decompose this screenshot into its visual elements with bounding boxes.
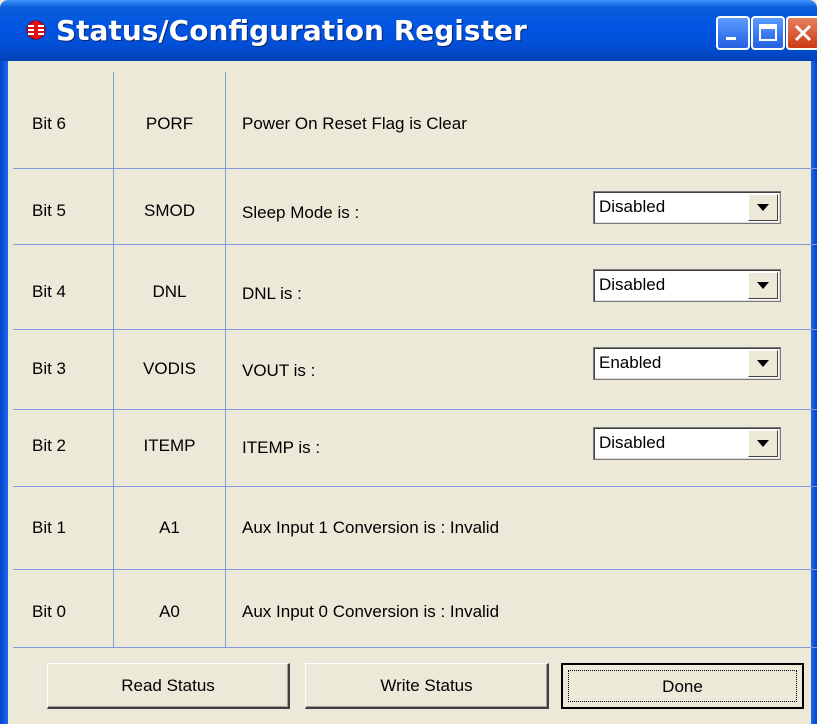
register-name: VODIS <box>143 359 196 378</box>
app-chip-icon <box>24 18 48 42</box>
bit-label: Bit 2 <box>32 436 67 455</box>
close-button[interactable] <box>786 16 817 50</box>
row-divider <box>13 569 817 570</box>
row-divider <box>13 647 817 648</box>
bit-description: Aux Input 0 Conversion is : Invalid <box>242 602 500 621</box>
bit-label: Bit 1 <box>32 518 67 537</box>
itemp-select[interactable]: Disabled <box>593 427 781 460</box>
row-divider <box>13 409 817 410</box>
maximize-button[interactable] <box>751 16 785 50</box>
bit-label: Bit 0 <box>32 602 67 621</box>
row-divider <box>13 486 817 487</box>
bit-description: VOUT is : <box>242 361 316 380</box>
register-name: ITEMP <box>143 436 196 455</box>
write-status-button[interactable]: Write Status <box>305 663 549 709</box>
title-bar[interactable]: Status/Configuration Register <box>0 0 817 61</box>
vout-select[interactable]: Enabled <box>593 347 781 380</box>
row-divider <box>13 244 817 245</box>
select-value: Disabled <box>599 275 666 294</box>
chevron-down-icon <box>757 440 769 447</box>
bit-label: Bit 4 <box>32 282 67 301</box>
dropdown-button[interactable] <box>748 350 778 377</box>
bit-description: Power On Reset Flag is Clear <box>242 114 467 133</box>
minimize-button[interactable] <box>716 16 750 50</box>
column-divider <box>225 72 226 648</box>
register-name: SMOD <box>144 201 195 220</box>
dropdown-button[interactable] <box>748 430 778 457</box>
close-icon <box>794 24 812 42</box>
chevron-down-icon <box>757 204 769 211</box>
select-value: Enabled <box>599 353 662 372</box>
select-value: Disabled <box>599 433 666 452</box>
bit-label: Bit 6 <box>32 114 67 133</box>
window-frame-right <box>811 61 817 724</box>
bit-label: Bit 3 <box>32 359 67 378</box>
done-button[interactable]: Done <box>561 663 804 709</box>
window-title: Status/Configuration Register <box>56 14 527 47</box>
dropdown-button[interactable] <box>748 194 778 221</box>
sleep-mode-select[interactable]: Disabled <box>593 191 781 224</box>
dropdown-button[interactable] <box>748 272 778 299</box>
bit-label: Bit 5 <box>32 201 67 220</box>
bit-description: Sleep Mode is : <box>242 203 360 222</box>
read-status-button[interactable]: Read Status <box>47 663 290 709</box>
select-value: Disabled <box>599 197 666 216</box>
minimize-icon <box>726 37 736 40</box>
register-name: A0 <box>159 602 180 621</box>
bit-description: Aux Input 1 Conversion is : Invalid <box>242 518 500 537</box>
dnl-select[interactable]: Disabled <box>593 269 781 302</box>
maximize-icon <box>759 24 777 41</box>
row-divider <box>13 168 817 169</box>
register-name: DNL <box>152 282 187 301</box>
register-name: PORF <box>145 114 194 133</box>
done-button-label: Done <box>662 677 703 696</box>
row-divider <box>13 329 817 330</box>
chevron-down-icon <box>757 360 769 367</box>
window-frame-left <box>0 61 8 724</box>
bit-description: ITEMP is : <box>242 438 321 457</box>
bit-description: DNL is : <box>242 284 302 303</box>
status-config-window: Status/Configuration Register Bit 6 PORF… <box>0 0 817 724</box>
chevron-down-icon <box>757 282 769 289</box>
register-name: A1 <box>159 518 180 537</box>
